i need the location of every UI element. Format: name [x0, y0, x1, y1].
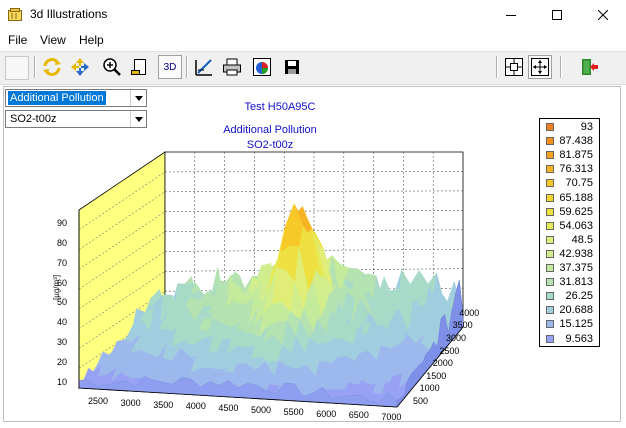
y-tick-label: 3000 [446, 333, 467, 343]
legend-item: 9.563 [540, 332, 599, 346]
legend-label: 9.563 [565, 332, 593, 345]
z-tick-label: 90 [57, 218, 68, 228]
legend-item: 54.063 [540, 219, 599, 233]
x-tick-label: 6500 [348, 410, 369, 421]
substance-dropdown-value: SO2-t00z [10, 113, 57, 125]
legend-item: 48.5 [540, 233, 599, 247]
legend-label: 81.875 [559, 149, 593, 162]
legend-item: 31.813 [540, 275, 599, 289]
x-tick-label: 3500 [153, 399, 174, 410]
y-tick-label: 500 [413, 396, 429, 406]
legend-item: 76.313 [540, 162, 599, 176]
legend-label: 31.813 [559, 276, 593, 289]
legend-label: 59.625 [559, 205, 593, 218]
legend-swatch [546, 249, 554, 258]
legend-swatch [546, 292, 554, 301]
y-tick-label: 1500 [426, 370, 447, 381]
chevron-down-icon [130, 90, 146, 106]
legend-swatch [546, 137, 554, 146]
x-tick-label: 2500 [88, 396, 109, 406]
legend-swatch [546, 320, 554, 329]
legend-swatch [546, 278, 554, 287]
legend-item: 87.438 [540, 134, 599, 148]
z-tick-label: 60 [57, 278, 68, 288]
legend-label: 37.375 [559, 262, 593, 274]
legend-label: 42.938 [559, 247, 593, 260]
legend-swatch [546, 207, 554, 216]
chart-title: Test H50A95C [244, 101, 316, 113]
legend-swatch [546, 334, 554, 343]
legend-label: 93 [580, 121, 593, 133]
legend-label: 26.25 [565, 290, 593, 303]
legend-item: 81.875 [540, 148, 599, 162]
parameter-dropdown-value: Additional Pollution [8, 91, 106, 105]
legend-label: 87.438 [559, 135, 593, 148]
y-tick-label: 1000 [419, 383, 440, 394]
legend-label: 15.125 [559, 318, 593, 331]
legend-swatch [546, 165, 554, 174]
x-tick-label: 5000 [251, 405, 272, 415]
x-tick-label: 5500 [283, 406, 304, 417]
legend-swatch [546, 123, 554, 131]
surface-plot [77, 151, 464, 408]
legend-swatch [546, 193, 554, 202]
substance-dropdown[interactable]: SO2-t00z [5, 110, 147, 128]
y-tick-label: 3500 [452, 320, 473, 331]
z-tick-label: 80 [57, 238, 68, 248]
x-tick-label: 4500 [218, 403, 239, 414]
z-tick-label: 20 [57, 357, 68, 367]
legend-item: 26.25 [540, 289, 599, 303]
z-tick-label: 50 [57, 297, 68, 307]
z-tick-label: 30 [57, 337, 68, 347]
legend-swatch [546, 221, 554, 230]
legend-swatch [546, 179, 554, 188]
y-tick-label: 4000 [459, 307, 480, 318]
legend-swatch [546, 306, 554, 315]
legend-item: 20.688 [540, 303, 599, 317]
legend-label: 48.5 [571, 233, 593, 246]
z-tick-label: 70 [57, 258, 68, 268]
legend-label: 65.188 [559, 191, 593, 204]
legend-item: 65.188 [540, 191, 599, 205]
legend-swatch [546, 264, 554, 272]
z-tick-label: 10 [57, 377, 68, 387]
legend-item: 42.938 [540, 247, 599, 261]
legend: 93 87.438 81.875 76.313 70.75 65.188 59.625 54.… [539, 118, 600, 347]
legend-item: 15.125 [540, 317, 599, 331]
chart-substance-title: SO2-t00z [246, 139, 294, 151]
y-tick-label: 2000 [432, 358, 453, 369]
y-tick-label: 2500 [439, 345, 460, 356]
legend-swatch [546, 235, 554, 244]
legend-label: 54.063 [559, 219, 593, 232]
x-tick-label: 4000 [185, 401, 206, 412]
legend-item: 59.625 [540, 205, 599, 219]
parameter-dropdown[interactable]: Additional Pollution [5, 89, 147, 107]
x-tick-label: 7000 [381, 412, 402, 423]
x-tick-label: 3000 [120, 397, 141, 408]
chart-subtitle: Additional Pollution [223, 124, 317, 136]
legend-label: 70.75 [565, 177, 593, 190]
legend-item: 37.375 [540, 261, 599, 275]
legend-item: 93 [540, 120, 599, 134]
x-tick-label: 6000 [316, 408, 337, 419]
z-tick-label: 40 [57, 317, 68, 327]
chevron-down-icon [130, 111, 146, 127]
legend-swatch [546, 151, 554, 160]
legend-label: 20.688 [559, 304, 593, 317]
legend-label: 76.313 [559, 163, 593, 176]
legend-item: 70.75 [540, 176, 599, 190]
